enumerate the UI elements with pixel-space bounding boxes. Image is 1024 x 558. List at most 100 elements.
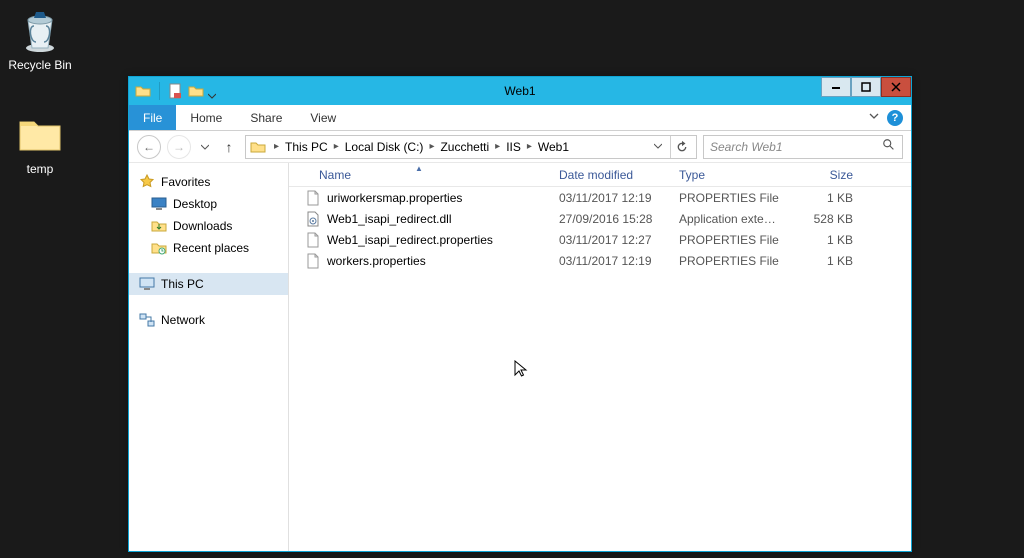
file-date: 27/09/2016 15:28 xyxy=(549,212,669,226)
file-type: Application extens... xyxy=(669,212,789,226)
titlebar[interactable]: Web1 xyxy=(129,77,911,105)
chevron-right-icon[interactable]: ▸ xyxy=(270,141,283,152)
qat-dropdown-icon[interactable] xyxy=(208,87,216,95)
file-list: uriworkersmap.properties 03/11/2017 12:19… xyxy=(289,187,911,271)
chevron-right-icon[interactable]: ▸ xyxy=(523,141,536,152)
address-row: ← → ↑ ▸ This PC ▸ Local Disk (C:) ▸ Zucc… xyxy=(129,131,911,163)
explorer-body: Favorites Desktop Downloads Recent place… xyxy=(129,163,911,551)
file-icon xyxy=(305,190,321,206)
maximize-button[interactable] xyxy=(851,77,881,97)
desktop-icon xyxy=(151,196,167,212)
downloads-icon xyxy=(151,218,167,234)
chevron-right-icon[interactable]: ▸ xyxy=(330,141,343,152)
file-date: 03/11/2017 12:19 xyxy=(549,191,669,205)
breadcrumb[interactable]: IIS xyxy=(504,140,523,154)
ribbon-tab-view[interactable]: View xyxy=(296,105,350,130)
file-name: Web1_isapi_redirect.dll xyxy=(327,212,452,226)
breadcrumb[interactable]: This PC xyxy=(283,140,330,154)
column-headers: Name ▲ Date modified Type Size xyxy=(289,163,911,187)
folder-icon xyxy=(250,139,266,155)
navigation-pane: Favorites Desktop Downloads Recent place… xyxy=(129,163,289,551)
nav-downloads[interactable]: Downloads xyxy=(129,215,288,237)
file-name: Web1_isapi_redirect.properties xyxy=(327,233,493,247)
window-title: Web1 xyxy=(129,84,911,98)
file-date: 03/11/2017 12:19 xyxy=(549,254,669,268)
file-name: workers.properties xyxy=(327,254,426,268)
dll-file-icon xyxy=(305,211,321,227)
ribbon-file-tab[interactable]: File xyxy=(129,105,176,130)
file-explorer-window: Web1 File Home Share View ? ← → ↑ ▸ xyxy=(128,76,912,552)
file-row[interactable]: workers.properties 03/11/2017 12:19PROPER… xyxy=(289,250,911,271)
sort-asc-icon: ▲ xyxy=(415,164,423,173)
address-dropdown-icon[interactable] xyxy=(654,141,662,153)
recycle-bin-icon xyxy=(16,6,64,54)
minimize-button[interactable] xyxy=(821,77,851,97)
search-placeholder: Search Web1 xyxy=(710,140,783,154)
file-type: PROPERTIES File xyxy=(669,191,789,205)
star-icon xyxy=(139,174,155,190)
new-folder-icon[interactable] xyxy=(188,83,204,99)
recent-icon xyxy=(151,240,167,256)
nav-label: This PC xyxy=(161,277,204,291)
history-dropdown-icon[interactable] xyxy=(197,139,213,155)
breadcrumb[interactable]: Zucchetti xyxy=(438,140,491,154)
ribbon-expand-icon[interactable] xyxy=(869,111,879,124)
file-size: 1 KB xyxy=(789,233,863,247)
column-header-date[interactable]: Date modified xyxy=(549,168,669,182)
desktop-icon-temp[interactable]: temp xyxy=(3,110,77,176)
nav-recent-places[interactable]: Recent places xyxy=(129,237,288,259)
desktop-icon-label: temp xyxy=(3,162,77,176)
file-size: 1 KB xyxy=(789,191,863,205)
search-input[interactable]: Search Web1 xyxy=(703,135,903,159)
file-row[interactable]: uriworkersmap.properties 03/11/2017 12:19… xyxy=(289,187,911,208)
nav-network[interactable]: Network xyxy=(129,309,288,331)
chevron-right-icon[interactable]: ▸ xyxy=(491,141,504,152)
refresh-button[interactable] xyxy=(670,136,692,158)
file-row[interactable]: Web1_isapi_redirect.dll 27/09/2016 15:28A… xyxy=(289,208,911,229)
forward-button[interactable]: → xyxy=(167,135,191,159)
search-icon xyxy=(882,138,896,155)
nav-label: Network xyxy=(161,313,205,327)
close-button[interactable] xyxy=(881,77,911,97)
file-date: 03/11/2017 12:27 xyxy=(549,233,669,247)
network-icon xyxy=(139,312,155,328)
nav-label: Desktop xyxy=(173,197,217,211)
help-icon[interactable]: ? xyxy=(887,110,903,126)
folder-icon xyxy=(135,83,151,99)
nav-label: Recent places xyxy=(173,241,249,255)
content-pane: Name ▲ Date modified Type Size uriworker… xyxy=(289,163,911,551)
file-icon xyxy=(305,253,321,269)
address-bar[interactable]: ▸ This PC ▸ Local Disk (C:) ▸ Zucchetti … xyxy=(245,135,697,159)
file-name: uriworkersmap.properties xyxy=(327,191,462,205)
nav-favorites[interactable]: Favorites xyxy=(129,171,288,193)
ribbon-tabs: File Home Share View ? xyxy=(129,105,911,131)
computer-icon xyxy=(139,276,155,292)
folder-icon xyxy=(16,110,64,158)
ribbon-tab-home[interactable]: Home xyxy=(176,105,236,130)
quick-access-toolbar xyxy=(129,82,216,100)
nav-label: Downloads xyxy=(173,219,232,233)
column-header-type[interactable]: Type xyxy=(669,168,789,182)
nav-label: Favorites xyxy=(161,175,210,189)
file-icon xyxy=(305,232,321,248)
window-controls xyxy=(821,77,911,97)
separator xyxy=(159,82,160,100)
nav-desktop[interactable]: Desktop xyxy=(129,193,288,215)
up-button[interactable]: ↑ xyxy=(219,137,239,157)
properties-icon[interactable] xyxy=(168,83,184,99)
file-size: 528 KB xyxy=(789,212,863,226)
nav-this-pc[interactable]: This PC xyxy=(129,273,288,295)
ribbon-tab-share[interactable]: Share xyxy=(236,105,296,130)
breadcrumb[interactable]: Local Disk (C:) xyxy=(343,140,426,154)
column-header-name[interactable]: Name ▲ xyxy=(289,168,549,182)
back-button[interactable]: ← xyxy=(137,135,161,159)
column-header-size[interactable]: Size xyxy=(789,168,863,182)
file-row[interactable]: Web1_isapi_redirect.properties 03/11/2017… xyxy=(289,229,911,250)
file-type: PROPERTIES File xyxy=(669,233,789,247)
desktop-icon-recycle-bin[interactable]: Recycle Bin xyxy=(3,6,77,72)
chevron-right-icon[interactable]: ▸ xyxy=(425,141,438,152)
file-type: PROPERTIES File xyxy=(669,254,789,268)
breadcrumb[interactable]: Web1 xyxy=(536,140,571,154)
desktop-icon-label: Recycle Bin xyxy=(3,58,77,72)
file-size: 1 KB xyxy=(789,254,863,268)
